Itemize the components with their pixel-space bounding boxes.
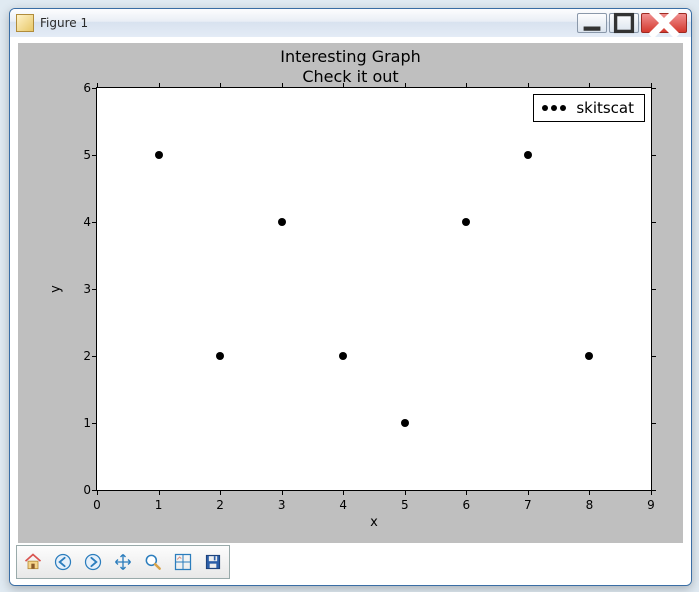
minimize-button[interactable] xyxy=(577,13,607,33)
move-icon xyxy=(113,552,133,572)
maximize-button[interactable] xyxy=(609,13,639,33)
x-tick xyxy=(97,83,98,88)
x-tick-label: 3 xyxy=(278,498,286,512)
y-tick-label: 4 xyxy=(73,215,91,229)
x-tick-label: 8 xyxy=(586,498,594,512)
x-tick xyxy=(589,490,590,495)
y-tick xyxy=(92,356,97,357)
x-tick xyxy=(159,490,160,495)
y-tick xyxy=(92,289,97,290)
x-axis-label: x xyxy=(97,515,651,530)
y-tick xyxy=(92,222,97,223)
arrow-right-icon xyxy=(83,552,103,572)
data-point xyxy=(278,218,286,226)
subplots-icon xyxy=(173,552,193,572)
y-tick xyxy=(92,88,97,89)
window-title: Figure 1 xyxy=(40,16,577,30)
data-point xyxy=(155,151,163,159)
x-tick xyxy=(343,490,344,495)
y-axis-label: y xyxy=(48,285,63,293)
y-tick xyxy=(651,289,656,290)
x-tick xyxy=(405,83,406,88)
x-tick-label: 1 xyxy=(155,498,163,512)
y-tick xyxy=(651,88,656,89)
x-tick-label: 0 xyxy=(93,498,101,512)
x-tick-label: 6 xyxy=(463,498,471,512)
save-icon xyxy=(203,552,223,572)
y-tick-label: 0 xyxy=(73,483,91,497)
x-tick xyxy=(528,83,529,88)
y-tick xyxy=(651,356,656,357)
chart-title: Interesting Graph xyxy=(18,47,683,66)
y-tick xyxy=(651,423,656,424)
axes[interactable]: x y skitscat 01234567890123456 xyxy=(96,87,652,491)
x-tick xyxy=(159,83,160,88)
chart-subtitle: Check it out xyxy=(18,67,683,86)
y-tick xyxy=(92,490,97,491)
pan-button[interactable] xyxy=(108,548,138,576)
y-tick-label: 5 xyxy=(73,148,91,162)
x-tick xyxy=(405,490,406,495)
app-icon xyxy=(16,14,34,32)
y-tick xyxy=(92,423,97,424)
x-tick xyxy=(282,83,283,88)
figure-canvas: Interesting Graph Check it out x y skits… xyxy=(18,43,683,543)
back-button[interactable] xyxy=(48,548,78,576)
y-tick xyxy=(651,155,656,156)
y-tick-label: 2 xyxy=(73,349,91,363)
close-button[interactable] xyxy=(641,13,687,33)
x-tick xyxy=(466,490,467,495)
y-tick xyxy=(92,155,97,156)
legend-label: skitscat xyxy=(576,99,634,117)
x-tick-label: 5 xyxy=(401,498,409,512)
zoom-icon xyxy=(143,552,163,572)
titlebar[interactable]: Figure 1 xyxy=(10,9,691,38)
x-tick xyxy=(220,83,221,88)
y-tick-label: 3 xyxy=(73,282,91,296)
window-buttons xyxy=(577,13,687,33)
data-point xyxy=(462,218,470,226)
x-tick-label: 9 xyxy=(647,498,655,512)
x-tick xyxy=(466,83,467,88)
y-tick-label: 6 xyxy=(73,81,91,95)
x-tick xyxy=(343,83,344,88)
x-tick xyxy=(528,490,529,495)
x-tick xyxy=(97,490,98,495)
data-point xyxy=(216,352,224,360)
x-tick xyxy=(282,490,283,495)
zoom-button[interactable] xyxy=(138,548,168,576)
home-icon xyxy=(23,552,43,572)
save-button[interactable] xyxy=(198,548,228,576)
x-tick xyxy=(220,490,221,495)
client-area: Interesting Graph Check it out x y skits… xyxy=(10,37,691,585)
legend-marker-icon xyxy=(542,105,566,111)
data-point xyxy=(585,352,593,360)
home-button[interactable] xyxy=(18,548,48,576)
data-point xyxy=(339,352,347,360)
data-point xyxy=(524,151,532,159)
figure-window: Figure 1 Interesting Graph Check it out … xyxy=(9,8,692,586)
x-tick-label: 4 xyxy=(339,498,347,512)
y-tick xyxy=(651,490,656,491)
forward-button[interactable] xyxy=(78,548,108,576)
subplots-button[interactable] xyxy=(168,548,198,576)
arrow-left-icon xyxy=(53,552,73,572)
y-tick xyxy=(651,222,656,223)
nav-toolbar xyxy=(16,545,230,579)
data-point xyxy=(401,419,409,427)
x-tick-label: 2 xyxy=(216,498,224,512)
x-tick-label: 7 xyxy=(524,498,532,512)
legend[interactable]: skitscat xyxy=(533,94,645,122)
x-tick xyxy=(589,83,590,88)
y-tick-label: 1 xyxy=(73,416,91,430)
